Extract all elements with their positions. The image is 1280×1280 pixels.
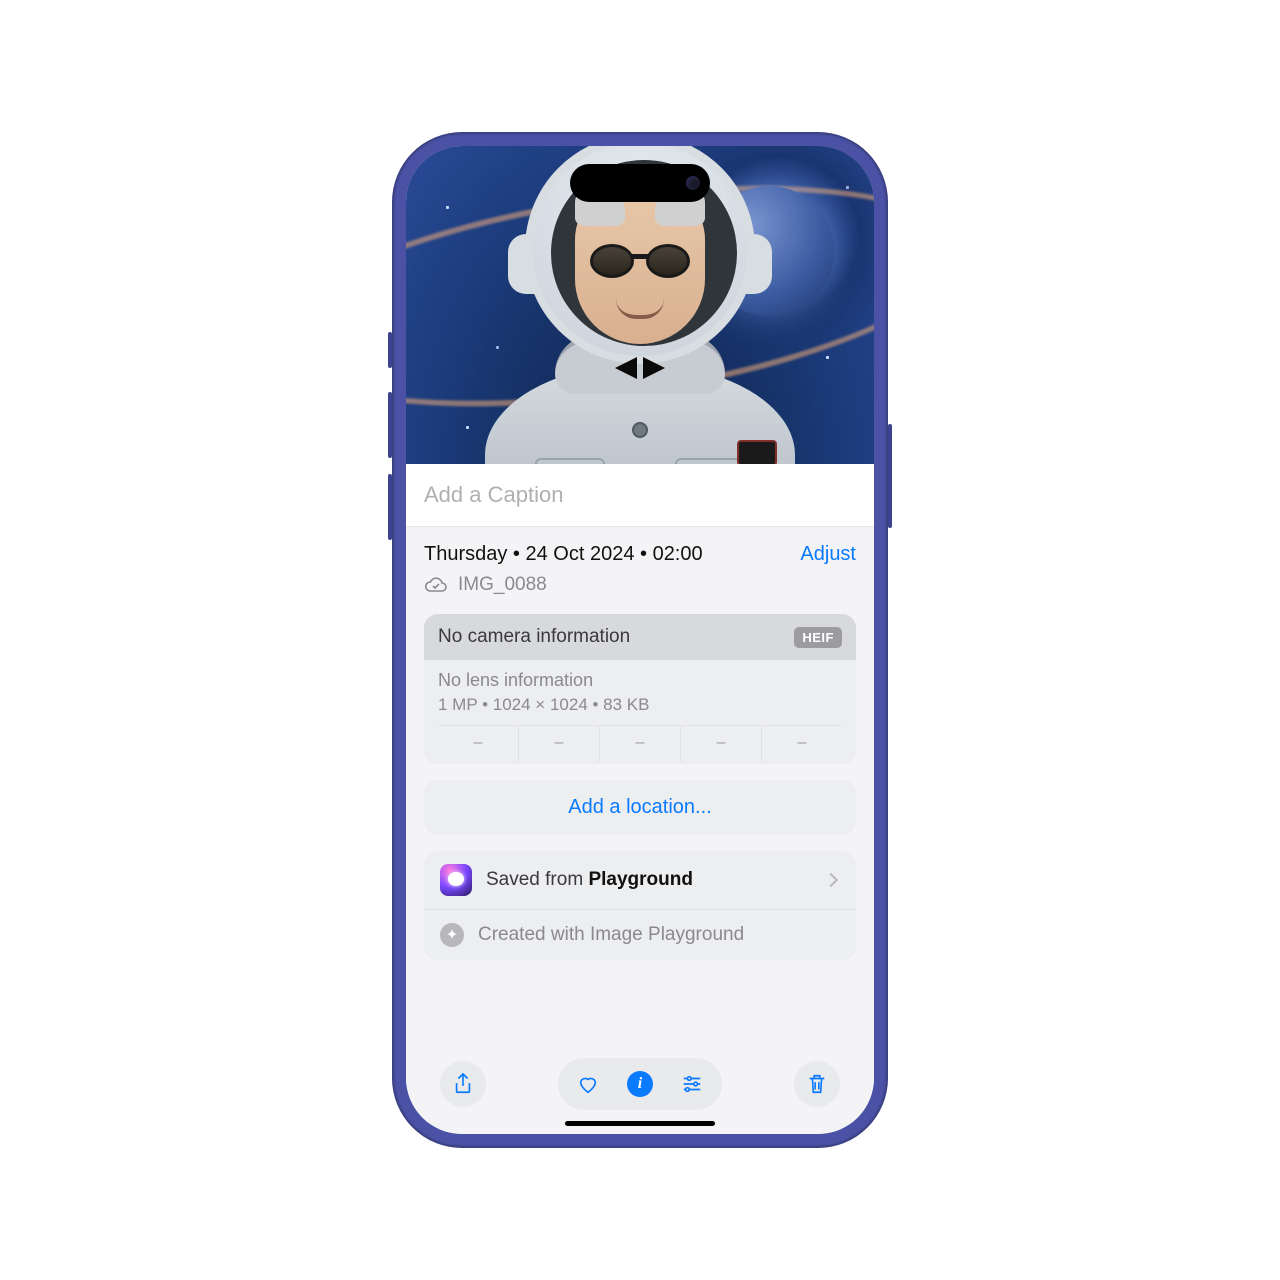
exif-cell: –: [681, 726, 762, 762]
chevron-right-icon: [824, 873, 838, 887]
info-panel: Add a Caption Thursday • 24 Oct 2024 • 0…: [406, 464, 874, 1134]
adjust-date-button[interactable]: Adjust: [800, 543, 856, 566]
playground-app-icon: [440, 864, 472, 896]
saved-from-text: Saved from Playground: [486, 869, 693, 891]
cloud-icon: [424, 576, 448, 594]
exif-cell: –: [519, 726, 600, 762]
heart-icon: [577, 1072, 599, 1096]
volume-down-button: [388, 474, 392, 540]
trash-icon: [806, 1072, 828, 1096]
info-icon: i: [627, 1071, 653, 1097]
created-with-text: Created with Image Playground: [478, 924, 744, 946]
camera-info-card: No camera information HEIF No lens infor…: [424, 614, 856, 764]
saved-from-row[interactable]: Saved from Playground: [424, 851, 856, 909]
sparkle-icon: [440, 923, 464, 947]
power-button: [888, 424, 892, 528]
dynamic-island: [570, 164, 710, 202]
format-badge: HEIF: [794, 627, 842, 648]
favorite-button[interactable]: [562, 1062, 614, 1106]
filename: IMG_0088: [458, 574, 547, 596]
source-card: Saved from Playground Created with Image…: [424, 851, 856, 960]
image-specs: 1 MP • 1024 × 1024 • 83 KB: [438, 695, 842, 715]
center-pill: i: [558, 1058, 722, 1110]
exif-cell: –: [438, 726, 519, 762]
edit-button[interactable]: [666, 1062, 718, 1106]
created-with-row: Created with Image Playground: [424, 909, 856, 960]
bottom-toolbar: i: [406, 1058, 874, 1110]
share-button[interactable]: [440, 1061, 486, 1107]
side-button: [388, 332, 392, 368]
info-button[interactable]: i: [614, 1062, 666, 1106]
share-icon: [452, 1072, 474, 1096]
photo-date: Thursday • 24 Oct 2024 • 02:00: [424, 543, 703, 566]
caption-field[interactable]: Add a Caption: [406, 464, 874, 527]
home-indicator[interactable]: [565, 1121, 715, 1126]
exif-row: – – – – –: [438, 725, 842, 762]
lens-info: No lens information: [438, 670, 842, 691]
add-location-label: Add a location...: [568, 796, 711, 818]
exif-cell: –: [762, 726, 842, 762]
iphone-frame: Add a Caption Thursday • 24 Oct 2024 • 0…: [392, 132, 888, 1148]
exif-cell: –: [600, 726, 681, 762]
screen: Add a Caption Thursday • 24 Oct 2024 • 0…: [406, 146, 874, 1134]
delete-button[interactable]: [794, 1061, 840, 1107]
volume-up-button: [388, 392, 392, 458]
camera-title: No camera information: [438, 626, 630, 648]
sliders-icon: [681, 1072, 703, 1096]
add-location-button[interactable]: Add a location...: [424, 780, 856, 835]
caption-placeholder: Add a Caption: [424, 482, 563, 507]
